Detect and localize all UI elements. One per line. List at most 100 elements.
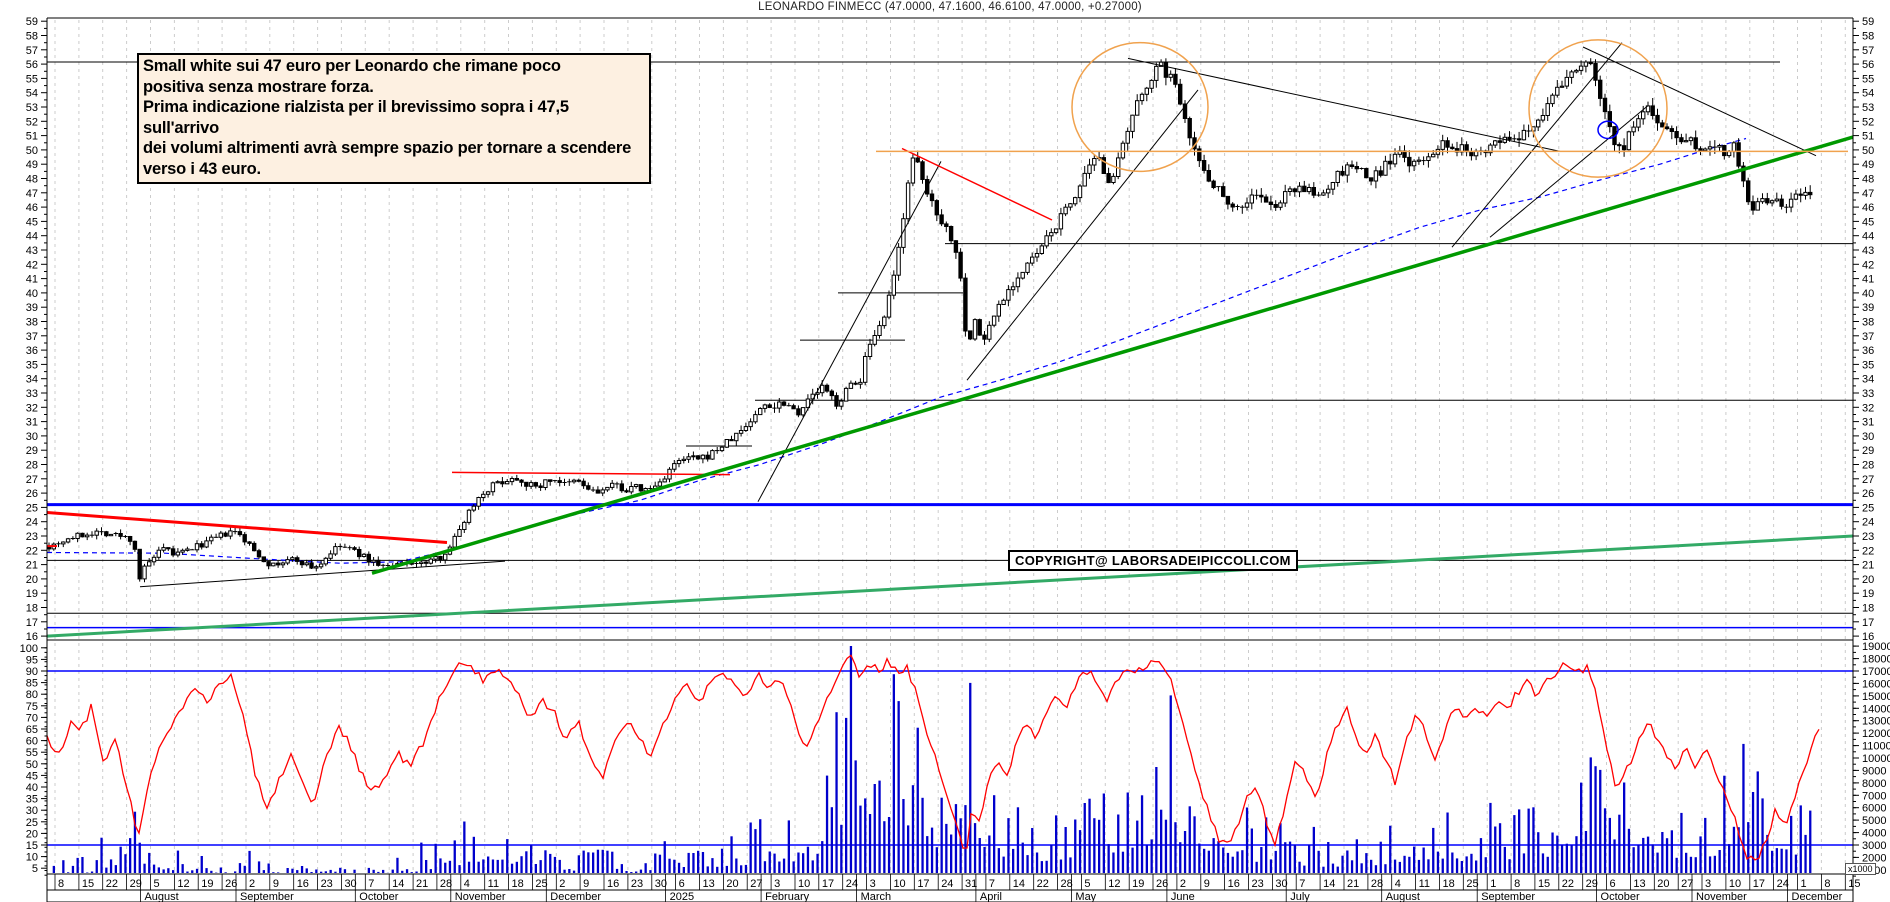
svg-text:11: 11: [488, 878, 499, 890]
svg-text:31: 31: [1862, 417, 1874, 429]
svg-text:51: 51: [26, 131, 38, 143]
svg-text:44: 44: [1862, 231, 1874, 243]
svg-text:56: 56: [1862, 59, 1874, 71]
svg-text:49: 49: [26, 159, 38, 171]
svg-text:30: 30: [26, 431, 38, 443]
svg-text:3: 3: [774, 878, 780, 890]
svg-text:31: 31: [26, 417, 38, 429]
svg-text:28: 28: [440, 878, 452, 890]
svg-text:75: 75: [26, 701, 38, 713]
volume-bars: [53, 646, 1812, 873]
svg-text:27: 27: [1681, 878, 1693, 890]
svg-text:41: 41: [26, 274, 38, 286]
svg-text:50: 50: [26, 759, 38, 771]
svg-text:9: 9: [1204, 878, 1210, 890]
svg-text:6: 6: [1610, 878, 1616, 890]
svg-text:September: September: [240, 891, 294, 902]
svg-text:56: 56: [26, 59, 38, 71]
svg-text:23: 23: [1862, 531, 1874, 543]
svg-text:17: 17: [822, 878, 834, 890]
svg-text:70: 70: [26, 712, 38, 724]
svg-text:22: 22: [1562, 878, 1574, 890]
svg-text:7: 7: [989, 878, 995, 890]
svg-text:1: 1: [1490, 878, 1496, 890]
svg-text:45: 45: [1862, 216, 1874, 228]
svg-text:4: 4: [1395, 878, 1401, 890]
svg-text:40: 40: [26, 288, 38, 300]
svg-text:25: 25: [26, 817, 38, 829]
svg-text:8: 8: [1824, 878, 1830, 890]
svg-text:30: 30: [26, 805, 38, 817]
svg-text:19: 19: [26, 588, 38, 600]
svg-text:51: 51: [1862, 131, 1874, 143]
svg-text:11: 11: [1419, 878, 1430, 890]
svg-text:46: 46: [1862, 202, 1874, 214]
svg-text:April: April: [980, 891, 1002, 902]
svg-text:17000: 17000: [1862, 666, 1890, 678]
svg-text:17: 17: [917, 878, 929, 890]
svg-text:22: 22: [106, 878, 118, 890]
svg-text:49: 49: [1862, 159, 1874, 171]
svg-text:March: March: [861, 891, 892, 902]
svg-text:42: 42: [1862, 259, 1874, 271]
analysis-annotation-box: Small white sui 47 euro per Leonardo che…: [137, 53, 651, 184]
svg-text:53: 53: [1862, 102, 1874, 114]
svg-text:3: 3: [1705, 878, 1711, 890]
svg-text:57: 57: [26, 45, 38, 57]
svg-text:53: 53: [26, 102, 38, 114]
svg-text:48: 48: [1862, 174, 1874, 186]
svg-text:February: February: [765, 891, 810, 902]
svg-text:23: 23: [631, 878, 643, 890]
svg-text:30: 30: [344, 878, 356, 890]
svg-text:12: 12: [177, 878, 189, 890]
svg-text:16: 16: [1228, 878, 1240, 890]
svg-text:85: 85: [26, 678, 38, 690]
svg-text:36: 36: [26, 345, 38, 357]
svg-text:39: 39: [26, 302, 38, 314]
svg-text:38: 38: [1862, 317, 1874, 329]
svg-text:26: 26: [26, 488, 38, 500]
svg-text:5: 5: [32, 863, 38, 875]
svg-text:45: 45: [26, 216, 38, 228]
svg-text:3: 3: [870, 878, 876, 890]
svg-text:11000: 11000: [1862, 741, 1890, 753]
svg-text:17: 17: [1862, 617, 1874, 629]
svg-text:18: 18: [26, 603, 38, 615]
svg-text:33: 33: [26, 388, 38, 400]
svg-text:15: 15: [1538, 878, 1550, 890]
svg-text:August: August: [144, 891, 178, 902]
svg-text:30: 30: [1275, 878, 1287, 890]
svg-text:2025: 2025: [670, 891, 694, 902]
svg-text:40: 40: [1862, 288, 1874, 300]
svg-text:13: 13: [1633, 878, 1645, 890]
svg-text:12: 12: [1108, 878, 1120, 890]
copyright-badge: COPYRIGHT@ LABORSADEIPICCOLI.COM: [1008, 550, 1298, 571]
svg-text:55: 55: [1862, 73, 1874, 85]
volume-scale-unit-label: x1000: [1845, 863, 1876, 875]
svg-text:10: 10: [893, 878, 905, 890]
svg-text:9: 9: [273, 878, 279, 890]
svg-text:47: 47: [26, 188, 38, 200]
svg-text:25: 25: [1862, 502, 1874, 514]
svg-text:29: 29: [130, 878, 142, 890]
svg-text:20: 20: [1657, 878, 1669, 890]
svg-text:28: 28: [26, 460, 38, 472]
svg-text:43: 43: [26, 245, 38, 257]
svg-text:15: 15: [1848, 878, 1860, 890]
svg-text:16: 16: [297, 878, 309, 890]
dashed-moving-average: [47, 139, 1746, 564]
svg-text:November: November: [1696, 891, 1747, 902]
svg-text:35: 35: [26, 359, 38, 371]
svg-text:57: 57: [1862, 45, 1874, 57]
svg-text:95: 95: [26, 654, 38, 666]
chart-title: LEONARDO FINMECC (47.0000, 47.1600, 46.6…: [47, 1, 1853, 13]
svg-text:52: 52: [26, 116, 38, 128]
svg-text:31: 31: [965, 878, 977, 890]
svg-text:90: 90: [26, 666, 38, 678]
svg-text:60: 60: [26, 736, 38, 748]
svg-text:June: June: [1171, 891, 1195, 902]
svg-text:25: 25: [535, 878, 547, 890]
svg-text:46: 46: [26, 202, 38, 214]
svg-text:19: 19: [201, 878, 213, 890]
svg-text:24: 24: [941, 878, 953, 890]
